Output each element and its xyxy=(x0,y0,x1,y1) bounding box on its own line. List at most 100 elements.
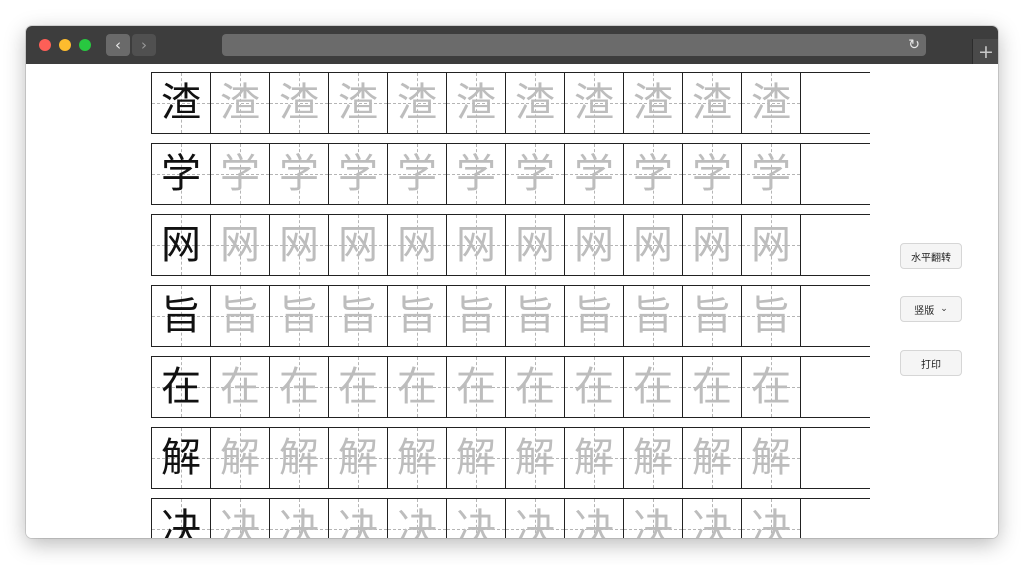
trace-character-cell: 网 xyxy=(270,215,329,275)
trace-character: 网 xyxy=(338,222,378,268)
trace-character: 学 xyxy=(574,151,614,197)
browser-window: ‹ › ↻ + 渣渣渣渣渣渣渣渣渣渣渣学学学学学学学学学学学网网网网网网网网网网… xyxy=(26,26,998,538)
trace-character-cell: 网 xyxy=(329,215,388,275)
plus-icon: + xyxy=(978,40,994,63)
trace-character-cell: 渣 xyxy=(211,73,270,133)
trace-character: 学 xyxy=(692,151,732,197)
trace-character: 学 xyxy=(220,151,260,197)
trace-character: 决 xyxy=(633,506,673,538)
trace-character-cell: 渣 xyxy=(447,73,506,133)
trace-character: 在 xyxy=(279,364,319,410)
trace-character-cell: 解 xyxy=(388,428,447,488)
trace-character: 渣 xyxy=(220,80,260,126)
trace-character: 决 xyxy=(574,506,614,538)
trace-character: 决 xyxy=(692,506,732,538)
back-button[interactable]: ‹ xyxy=(106,34,130,56)
print-label: 打印 xyxy=(921,359,941,371)
model-character-cell: 学 xyxy=(152,144,211,204)
trace-character: 渣 xyxy=(751,80,791,126)
model-character: 旨 xyxy=(161,293,201,339)
trace-character: 学 xyxy=(456,151,496,197)
trace-character-cell: 在 xyxy=(624,357,683,417)
trace-character: 在 xyxy=(633,364,673,410)
trace-character-cell: 决 xyxy=(624,499,683,538)
practice-grid: 渣渣渣渣渣渣渣渣渣渣渣学学学学学学学学学学学网网网网网网网网网网网旨旨旨旨旨旨旨… xyxy=(151,72,870,538)
trace-character-cell: 决 xyxy=(565,499,624,538)
zoom-window-button[interactable] xyxy=(79,39,91,51)
trace-character-cell: 学 xyxy=(447,144,506,204)
trace-character: 学 xyxy=(397,151,437,197)
trace-character-cell: 决 xyxy=(388,499,447,538)
chevron-down-icon: ⌄ xyxy=(940,304,948,314)
trace-character-cell: 学 xyxy=(742,144,801,204)
trace-character: 旨 xyxy=(515,293,555,339)
trace-character-cell: 决 xyxy=(211,499,270,538)
trace-character: 在 xyxy=(692,364,732,410)
trace-character-cell: 在 xyxy=(211,357,270,417)
trace-character-cell: 解 xyxy=(683,428,742,488)
model-character: 决 xyxy=(161,506,201,538)
trace-character-cell: 学 xyxy=(683,144,742,204)
trace-character: 在 xyxy=(456,364,496,410)
trace-character-cell: 解 xyxy=(329,428,388,488)
trace-character: 在 xyxy=(574,364,614,410)
trace-character: 旨 xyxy=(574,293,614,339)
trace-character: 旨 xyxy=(220,293,260,339)
trace-character: 旨 xyxy=(338,293,378,339)
trace-character-cell: 解 xyxy=(506,428,565,488)
minimize-window-button[interactable] xyxy=(59,39,71,51)
title-bar: ‹ › ↻ + xyxy=(26,26,998,64)
print-button[interactable]: 打印 xyxy=(900,350,962,376)
trace-character: 网 xyxy=(279,222,319,268)
layout-select[interactable]: 竖版 ⌄ xyxy=(900,296,962,322)
model-character: 解 xyxy=(161,435,201,481)
new-tab-button[interactable]: + xyxy=(972,39,998,64)
trace-character-cell: 旨 xyxy=(683,286,742,346)
trace-character-cell: 网 xyxy=(211,215,270,275)
model-character: 在 xyxy=(161,364,201,410)
trace-character-cell: 决 xyxy=(329,499,388,538)
trace-character-cell: 学 xyxy=(565,144,624,204)
trace-character-cell: 网 xyxy=(565,215,624,275)
reload-icon[interactable]: ↻ xyxy=(908,34,920,56)
trace-character: 渣 xyxy=(456,80,496,126)
trace-character-cell: 网 xyxy=(683,215,742,275)
trace-character: 解 xyxy=(279,435,319,481)
trace-character: 在 xyxy=(751,364,791,410)
trace-character: 决 xyxy=(751,506,791,538)
trace-character-cell: 渣 xyxy=(624,73,683,133)
trace-character: 网 xyxy=(515,222,555,268)
trace-character: 解 xyxy=(633,435,673,481)
flip-horizontal-label: 水平翻转 xyxy=(911,252,951,264)
forward-button[interactable]: › xyxy=(132,34,156,56)
trace-character: 网 xyxy=(397,222,437,268)
trace-character: 解 xyxy=(397,435,437,481)
trace-character: 决 xyxy=(220,506,260,538)
close-window-button[interactable] xyxy=(39,39,51,51)
trace-character-cell: 旨 xyxy=(211,286,270,346)
trace-character-cell: 决 xyxy=(742,499,801,538)
trace-character: 解 xyxy=(220,435,260,481)
trace-character: 旨 xyxy=(279,293,319,339)
trace-character-cell: 旨 xyxy=(742,286,801,346)
trace-character: 决 xyxy=(338,506,378,538)
trace-character: 网 xyxy=(220,222,260,268)
address-bar[interactable]: ↻ xyxy=(222,34,926,56)
trace-character-cell: 在 xyxy=(270,357,329,417)
trace-character-cell: 旨 xyxy=(624,286,683,346)
trace-character: 渣 xyxy=(279,80,319,126)
trace-character: 渣 xyxy=(633,80,673,126)
model-character: 渣 xyxy=(161,80,201,126)
trace-character-cell: 网 xyxy=(388,215,447,275)
trace-character-cell: 网 xyxy=(742,215,801,275)
trace-character-cell: 渣 xyxy=(506,73,565,133)
flip-horizontal-button[interactable]: 水平翻转 xyxy=(900,243,962,269)
trace-character: 学 xyxy=(751,151,791,197)
trace-character-cell: 学 xyxy=(270,144,329,204)
trace-character: 解 xyxy=(574,435,614,481)
trace-character: 解 xyxy=(338,435,378,481)
trace-character-cell: 旨 xyxy=(270,286,329,346)
model-character-cell: 渣 xyxy=(152,73,211,133)
model-character-cell: 在 xyxy=(152,357,211,417)
trace-character-cell: 旨 xyxy=(506,286,565,346)
